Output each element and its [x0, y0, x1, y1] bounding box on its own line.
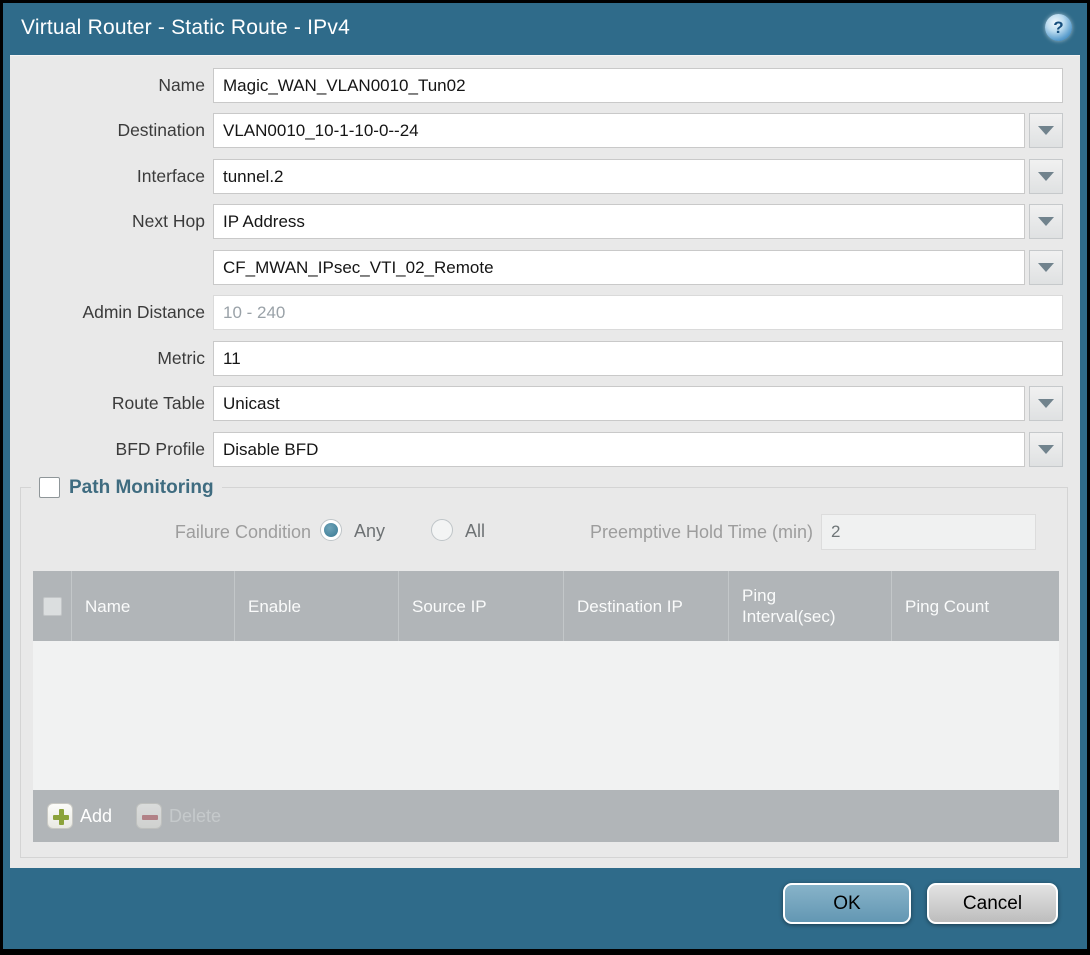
chevron-down-icon: [1038, 399, 1054, 408]
column-header-ping-interval: Ping Interval(sec): [728, 571, 891, 641]
dialog-title: Virtual Router - Static Route - IPv4: [21, 16, 350, 40]
static-route-dialog: Virtual Router - Static Route - IPv4 ? N…: [0, 0, 1090, 955]
help-icon[interactable]: ?: [1045, 14, 1072, 41]
preemptive-hold-time-input[interactable]: [821, 514, 1036, 550]
destination-dropdown-button[interactable]: [1029, 113, 1063, 148]
table-header-row: Name Enable Source IP Destination IP Pin…: [33, 571, 1059, 641]
delete-button-label: Delete: [169, 806, 221, 827]
path-monitoring-checkbox[interactable]: [39, 477, 60, 498]
name-input[interactable]: [213, 68, 1063, 103]
next-hop-type-input[interactable]: [213, 204, 1025, 239]
table-body-empty: [33, 641, 1059, 790]
table-toolbar: Add Delete: [33, 790, 1059, 842]
failure-condition-label: Failure Condition: [21, 519, 311, 545]
route-table-label: Route Table: [0, 386, 205, 421]
failure-condition-any-label: Any: [354, 518, 385, 544]
admin-distance-input[interactable]: [213, 295, 1063, 330]
next-hop-label: Next Hop: [0, 204, 205, 239]
path-monitoring-table: Name Enable Source IP Destination IP Pin…: [33, 571, 1059, 842]
metric-label: Metric: [0, 341, 205, 376]
next-hop-type-dropdown-button[interactable]: [1029, 204, 1063, 239]
destination-label: Destination: [0, 113, 205, 148]
failure-condition-all-radio[interactable]: [431, 519, 453, 541]
failure-condition-any-radio[interactable]: [320, 519, 342, 541]
next-hop-address-input[interactable]: [213, 250, 1025, 285]
column-header-name: Name: [71, 571, 234, 641]
column-header-destination-ip: Destination IP: [563, 571, 728, 641]
bfd-profile-dropdown-button[interactable]: [1029, 432, 1063, 467]
metric-input[interactable]: [213, 341, 1063, 376]
path-monitoring-legend: Path Monitoring: [31, 474, 222, 501]
chevron-down-icon: [1038, 445, 1054, 454]
ok-button[interactable]: OK: [783, 883, 911, 924]
failure-condition-all-label: All: [465, 518, 485, 544]
route-table-dropdown-button[interactable]: [1029, 386, 1063, 421]
chevron-down-icon: [1038, 217, 1054, 226]
bfd-profile-label: BFD Profile: [0, 432, 205, 467]
interface-label: Interface: [0, 159, 205, 194]
minus-icon: [136, 803, 162, 829]
chevron-down-icon: [1038, 172, 1054, 181]
chevron-down-icon: [1038, 263, 1054, 272]
path-monitoring-section: Path Monitoring Failure Condition Any Al…: [20, 487, 1068, 858]
bfd-profile-input[interactable]: [213, 432, 1025, 467]
column-header-enable: Enable: [234, 571, 398, 641]
preemptive-hold-time-label: Preemptive Hold Time (min): [521, 519, 813, 545]
plus-icon: [47, 803, 73, 829]
add-button[interactable]: Add: [47, 803, 112, 829]
column-header-source-ip: Source IP: [398, 571, 563, 641]
path-monitoring-title: Path Monitoring: [69, 477, 214, 499]
route-table-input[interactable]: [213, 386, 1025, 421]
destination-input[interactable]: [213, 113, 1025, 148]
admin-distance-label: Admin Distance: [0, 295, 205, 330]
interface-dropdown-button[interactable]: [1029, 159, 1063, 194]
add-button-label: Add: [80, 806, 112, 827]
delete-button[interactable]: Delete: [136, 803, 221, 829]
next-hop-address-dropdown-button[interactable]: [1029, 250, 1063, 285]
chevron-down-icon: [1038, 126, 1054, 135]
cancel-button[interactable]: Cancel: [927, 883, 1058, 924]
interface-input[interactable]: [213, 159, 1025, 194]
name-label: Name: [0, 68, 205, 103]
column-header-ping-count: Ping Count: [891, 571, 1059, 641]
table-header-select-cell: [33, 571, 71, 641]
select-all-checkbox[interactable]: [43, 597, 62, 616]
